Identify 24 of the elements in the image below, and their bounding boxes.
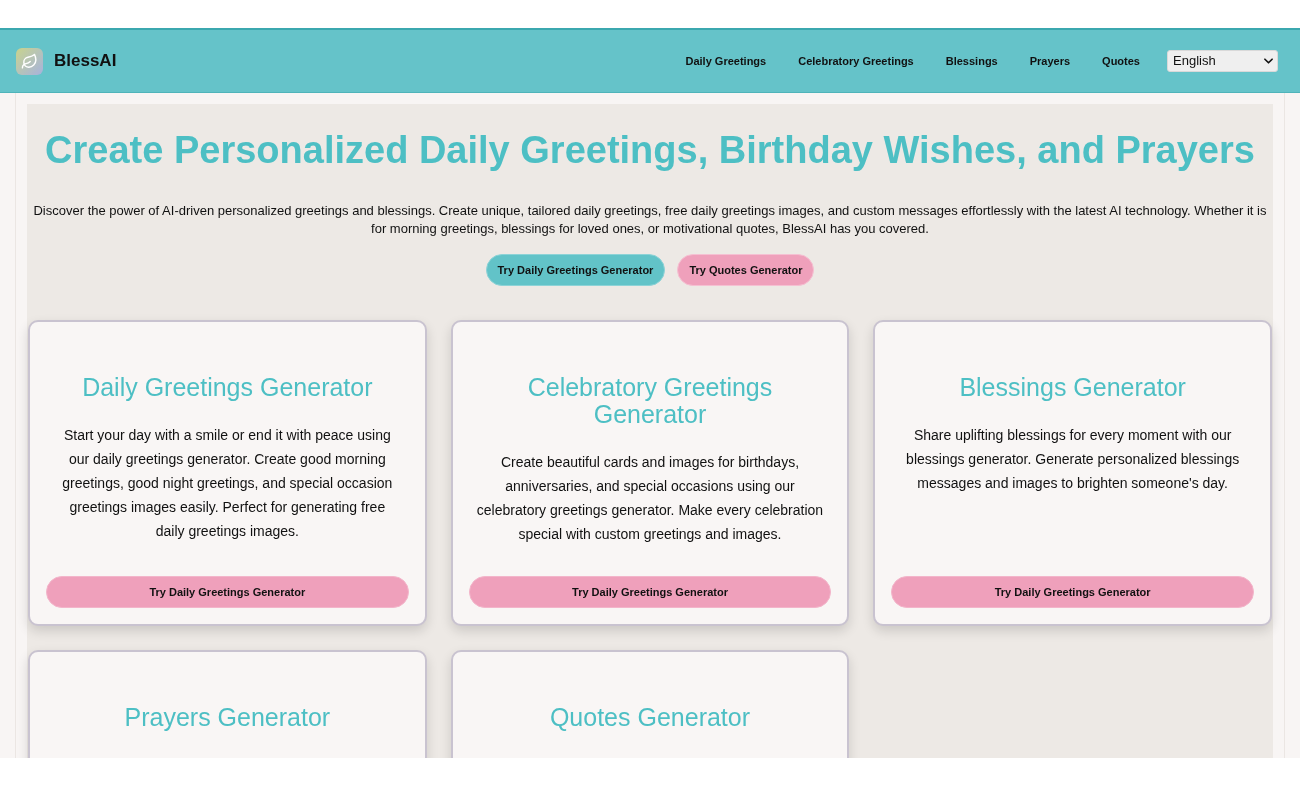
- cta-button[interactable]: Try Daily Greetings Generator: [485, 254, 666, 286]
- card-title: Celebratory Greetings Generator: [526, 374, 774, 428]
- leaf-icon[interactable]: [16, 47, 43, 75]
- nav-link[interactable]: Quotes: [1102, 52, 1140, 70]
- brand-name[interactable]: BlessAI: [54, 48, 117, 74]
- card-button[interactable]: Try Daily Greetings Generator: [46, 576, 409, 608]
- card-title: Prayers Generator: [123, 704, 332, 731]
- card-title: Quotes Generator: [548, 704, 752, 731]
- nav-link[interactable]: Prayers: [1029, 52, 1071, 70]
- card-title: Daily Greetings Generator: [81, 374, 374, 401]
- nav-link[interactable]: Blessings: [945, 52, 998, 70]
- nav-link[interactable]: Celebratory Greetings: [798, 52, 914, 70]
- chevron-down-icon: [1264, 58, 1273, 64]
- nav-link[interactable]: Daily Greetings: [685, 52, 767, 70]
- card-button[interactable]: Try Daily Greetings Generator: [891, 576, 1254, 608]
- card-title: Blessings Generator: [958, 374, 1187, 401]
- hero-description: Discover the power of AI-driven personalized greetings and blessings. Create unique, tailored daily greetings, free daily greetings images, and custom messages effortlessly with the latest AI technology. Whether it is for morning greetings, blessings for loved ones, or motivational quotes, BlessAI has you covered.: [32, 202, 1268, 238]
- card-description: Start your day with a smile or end it with peace using our daily greetings generator. Create good morning greetings, good night greetings, and special occasion greetings images easily. Perfect for generating free daily greetings images.: [61, 426, 394, 541]
- language-select[interactable]: English: [1167, 50, 1278, 72]
- card-description: Share uplifting blessings for every moment with our blessings generator. Generate personalized blessings messages and images to brighten someone's day.: [905, 426, 1241, 493]
- hero-title: Create Personalized Daily Greetings, Birthday Wishes, and Prayers: [45, 128, 1255, 173]
- card-description: Create beautiful cards and images for birthdays, anniversaries, and special occasions using our celebratory greetings generator. Make every celebration special with custom greetings and images.: [475, 453, 825, 544]
- card-button[interactable]: Try Daily Greetings Generator: [468, 576, 832, 608]
- cta-button[interactable]: Try Quotes Generator: [677, 254, 815, 286]
